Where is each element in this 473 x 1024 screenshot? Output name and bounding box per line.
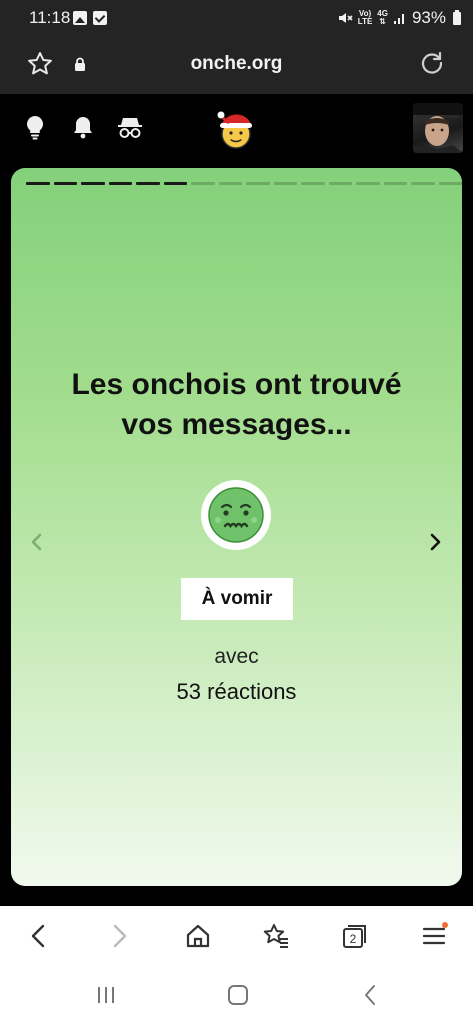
avec-text: avec	[214, 645, 259, 668]
reaction-recap-card: Les onchois ont trouvé vos messages... À…	[11, 168, 462, 886]
reload-icon[interactable]	[419, 50, 445, 76]
system-navigation-bar	[0, 966, 473, 1024]
reaction-count-number: 53	[176, 679, 202, 704]
reaction-count: 53 réactions	[11, 679, 462, 705]
progress-segment	[81, 182, 105, 185]
checkbox-notification-icon	[93, 11, 107, 25]
story-progress-bar	[26, 182, 462, 185]
volte-indicator: Vo) LTE	[357, 9, 373, 26]
back-arrow-icon[interactable]	[25, 922, 53, 950]
progress-segment	[383, 182, 407, 185]
menu-icon[interactable]	[420, 922, 448, 950]
tab-count: 2	[350, 932, 357, 946]
status-notification-icons	[73, 11, 107, 25]
progress-segment	[356, 182, 380, 185]
headline-line-1: Les onchois ont trouvé	[71, 368, 402, 401]
progress-segment	[26, 182, 50, 185]
mute-icon	[338, 13, 353, 23]
progress-segment	[301, 182, 325, 185]
reaction-type-label: À vomir	[181, 578, 293, 620]
progress-segment	[246, 182, 270, 185]
recent-apps-icon[interactable]	[93, 982, 119, 1008]
progress-segment	[438, 182, 462, 185]
progress-segment	[273, 182, 297, 185]
battery-percent: 93%	[411, 8, 446, 27]
home-icon[interactable]	[184, 922, 212, 950]
lightbulb-icon[interactable]	[22, 114, 48, 140]
status-right: Vo) LTE 4G ⇅ 93%	[337, 8, 461, 28]
network-type-indicator: 4G ⇅	[377, 9, 388, 26]
reaction-emoji-badge	[201, 480, 271, 550]
url-bar: onche.org	[0, 36, 473, 94]
user-avatar[interactable]	[413, 103, 463, 153]
progress-segment	[163, 182, 187, 185]
progress-segment	[328, 182, 352, 185]
progress-segment	[108, 182, 132, 185]
tabs-icon[interactable]: 2	[341, 922, 369, 950]
progress-segment	[218, 182, 242, 185]
url-text[interactable]: onche.org	[0, 53, 473, 75]
home-button-icon[interactable]	[225, 982, 251, 1008]
battery-icon	[453, 9, 461, 25]
previous-slide-chevron-icon[interactable]	[26, 530, 48, 554]
onche-santa-logo[interactable]	[215, 110, 257, 150]
status-time: 11:18	[29, 8, 71, 27]
reaction-count-suffix: réactions	[207, 679, 297, 704]
card-headline: Les onchois ont trouvé vos messages...	[31, 365, 442, 445]
browser-toolbar: 2	[0, 906, 473, 966]
progress-segment	[53, 182, 77, 185]
signal-icon	[393, 14, 404, 24]
bell-icon[interactable]	[70, 114, 96, 140]
forward-arrow-icon[interactable]	[105, 922, 133, 950]
bookmarks-icon[interactable]	[262, 922, 290, 950]
progress-segment	[136, 182, 160, 185]
incognito-icon[interactable]	[116, 114, 144, 140]
system-back-icon[interactable]	[358, 982, 384, 1008]
next-slide-chevron-icon[interactable]	[424, 530, 446, 554]
status-bar: 11:18 Vo) LTE 4G ⇅ 93%	[0, 0, 473, 36]
gallery-notification-icon	[73, 11, 87, 25]
nauseated-face-icon	[208, 487, 264, 543]
headline-line-2: vos messages...	[121, 408, 352, 441]
progress-segment	[191, 182, 215, 185]
progress-segment	[411, 182, 435, 185]
